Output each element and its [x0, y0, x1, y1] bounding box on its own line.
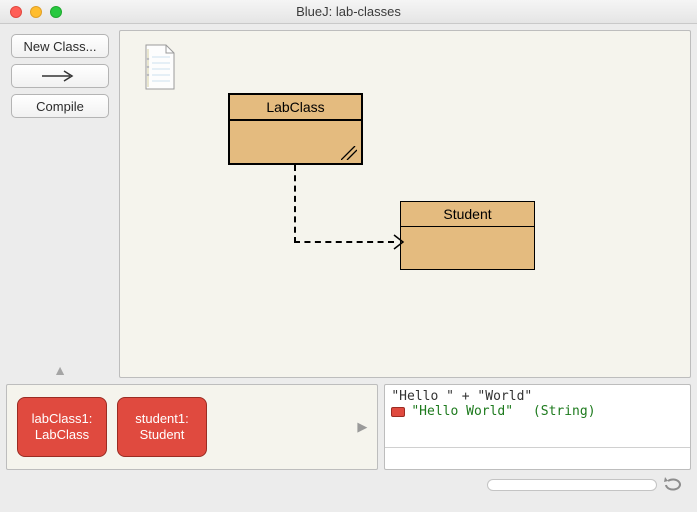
object-result-icon[interactable]: [391, 407, 405, 417]
object-bench[interactable]: labClass1: LabClass student1: Student ▶: [6, 384, 378, 470]
class-name-label: Student: [401, 202, 534, 227]
status-bar: [0, 476, 697, 502]
codepad-input[interactable]: [385, 447, 690, 469]
run-tests-button[interactable]: [663, 476, 687, 494]
class-box-labclass[interactable]: LabClass: [228, 93, 363, 165]
object-name: student1:: [135, 411, 189, 427]
collapse-toggle-icon[interactable]: ▲: [53, 362, 67, 378]
compile-button[interactable]: Compile: [11, 94, 109, 118]
bottom-area: labClass1: LabClass student1: Student ▶ …: [0, 384, 697, 476]
dependency-arrow[interactable]: [294, 165, 296, 243]
readme-file-icon[interactable]: [140, 43, 180, 91]
object-class: LabClass: [35, 427, 89, 443]
dependency-arrowhead-icon: [393, 234, 405, 250]
main-area: New Class... Compile ▲: [0, 24, 697, 384]
class-box-student[interactable]: Student: [400, 201, 535, 270]
arrow-right-icon: [40, 69, 80, 83]
class-diagram-canvas[interactable]: LabClass Student: [119, 30, 691, 378]
titlebar[interactable]: BlueJ: lab-classes: [0, 0, 697, 24]
object-instance-student1[interactable]: student1: Student: [117, 397, 207, 457]
codepad-expression: "Hello " + "World": [391, 389, 684, 404]
codepad-output: "Hello " + "World" "Hello World" (String…: [385, 385, 690, 447]
sidebar: New Class... Compile ▲: [6, 30, 114, 378]
window-title: BlueJ: lab-classes: [0, 4, 697, 19]
dependency-arrow[interactable]: [294, 241, 394, 243]
codepad-result-value: "Hello World": [411, 404, 513, 419]
codepad: "Hello " + "World" "Hello World" (String…: [384, 384, 691, 470]
class-hatch-icon: [341, 146, 357, 160]
object-name: labClass1:: [32, 411, 93, 427]
object-class: Student: [140, 427, 185, 443]
codepad-result-type: (String): [533, 404, 596, 419]
new-class-button[interactable]: New Class...: [11, 34, 109, 58]
codepad-result-line: "Hello World" (String): [391, 404, 684, 419]
bench-scroll-right-icon[interactable]: ▶: [357, 419, 367, 435]
new-dependency-arrow-button[interactable]: [11, 64, 109, 88]
object-instance-labclass1[interactable]: labClass1: LabClass: [17, 397, 107, 457]
progress-bar: [487, 479, 657, 491]
class-name-label: LabClass: [230, 95, 361, 121]
bluej-window: BlueJ: lab-classes New Class... Compile …: [0, 0, 697, 512]
